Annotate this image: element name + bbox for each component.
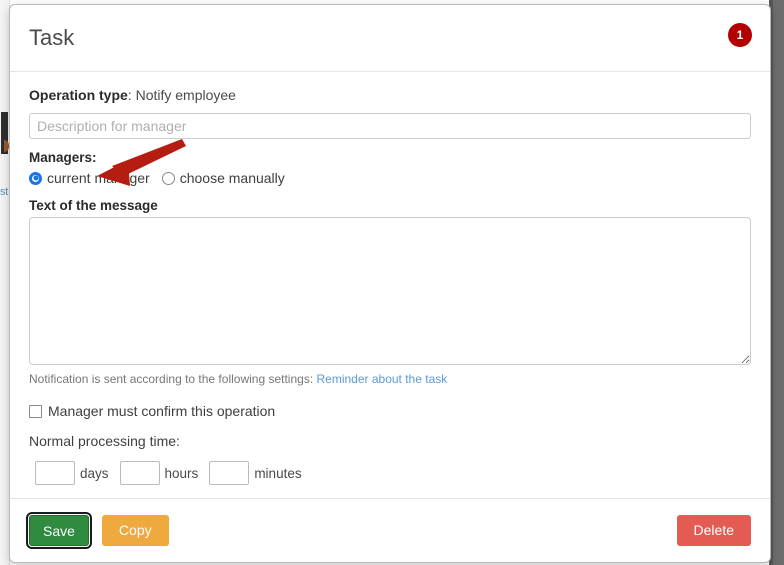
radio-label-choose-manually: choose manually xyxy=(179,170,285,186)
operation-type-row: Operation type: Notify employee xyxy=(29,86,751,104)
minutes-input[interactable] xyxy=(209,461,250,485)
dialog-title: Task xyxy=(29,25,75,50)
processing-time-label: Normal processing time: xyxy=(29,433,180,449)
operation-type-label: Operation type xyxy=(29,87,128,103)
radio-option-choose-manually[interactable]: choose manually xyxy=(161,170,285,186)
confirm-checkbox-row[interactable]: Manager must confirm this operation xyxy=(29,402,751,420)
radio-label-current-manager: current manager xyxy=(47,170,150,186)
operation-type-separator: : xyxy=(127,87,136,103)
managers-label: Managers: xyxy=(29,150,97,165)
confirm-checkbox-label: Manager must confirm this operation xyxy=(48,403,276,419)
message-textarea[interactable] xyxy=(29,217,751,365)
background-text-fragment: st xyxy=(0,186,8,198)
badge-count: 1 xyxy=(728,23,752,47)
reminder-settings-link[interactable]: Reminder about the task xyxy=(317,372,448,386)
managers-radio-group: current manager choose manually xyxy=(29,169,751,187)
save-button[interactable]: Save xyxy=(26,512,92,549)
operation-type-value: Notify employee xyxy=(135,87,236,103)
days-input[interactable] xyxy=(35,461,75,485)
description-input[interactable] xyxy=(29,113,751,139)
radio-option-current-manager[interactable]: current manager xyxy=(29,170,150,186)
delete-button[interactable]: Delete xyxy=(676,515,751,546)
hours-input[interactable] xyxy=(119,461,160,485)
dialog-header: Task 1 xyxy=(10,5,770,72)
notification-note: Notification is sent according to the fo… xyxy=(29,371,751,387)
footer-left-actions: Save Copy xyxy=(26,512,169,549)
page-scrollbar[interactable] xyxy=(769,0,784,565)
radio-icon-unselected[interactable] xyxy=(161,171,175,185)
processing-time-row: days hours minutes xyxy=(35,461,751,485)
dialog-footer: Save Copy Delete xyxy=(10,498,770,562)
checkbox-icon-unchecked[interactable] xyxy=(29,404,42,418)
message-label: Text of the message xyxy=(29,198,158,213)
days-unit-label: days xyxy=(80,465,109,481)
minutes-unit-label: minutes xyxy=(254,465,302,481)
copy-button[interactable]: Copy xyxy=(101,515,169,546)
task-dialog: Task 1 Operation type: Notify employee M… xyxy=(9,4,771,563)
dialog-body: Operation type: Notify employee Managers… xyxy=(10,72,770,498)
notification-note-text: Notification is sent according to the fo… xyxy=(29,372,314,386)
radio-icon-selected[interactable] xyxy=(29,171,42,185)
hours-unit-label: hours xyxy=(164,465,199,481)
